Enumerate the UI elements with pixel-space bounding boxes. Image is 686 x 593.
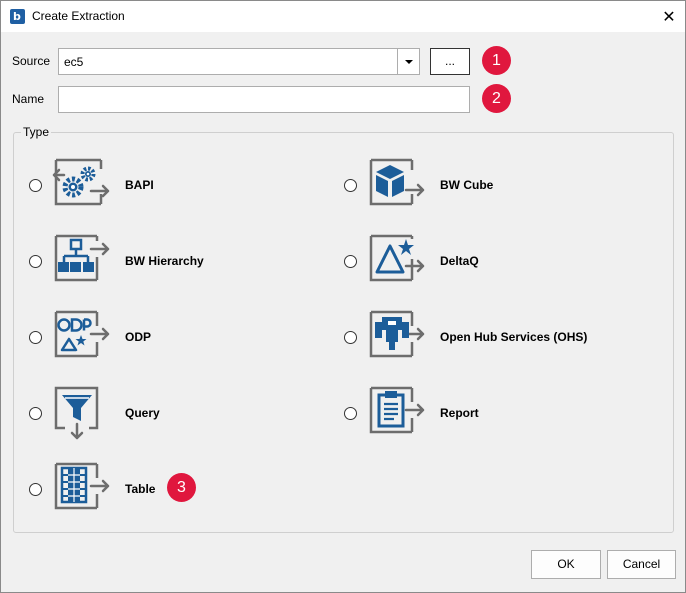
chevron-down-icon: [404, 59, 413, 64]
name-input[interactable]: [58, 86, 470, 113]
ohs-icon: [369, 310, 425, 358]
radio-bw-hierarchy[interactable]: [29, 255, 42, 268]
radio-query[interactable]: [29, 407, 42, 420]
radio-bapi[interactable]: [29, 179, 42, 192]
query-filter-icon: [54, 386, 99, 440]
table-icon: [54, 462, 110, 510]
bw-cube-icon: [369, 158, 425, 206]
radio-odp[interactable]: [29, 331, 42, 344]
type-option-report[interactable]: Report: [344, 384, 544, 444]
odp-icon: [54, 310, 110, 358]
title-bar: b Create Extraction ✕: [1, 1, 685, 32]
type-group-title: Type: [21, 125, 52, 140]
radio-table[interactable]: [29, 483, 42, 496]
source-value: ec5: [64, 55, 84, 69]
type-option-label: BAPI: [125, 178, 154, 192]
deltaq-icon: [369, 234, 425, 282]
type-option-label: Report: [440, 406, 479, 420]
type-option-bapi[interactable]: BAPI: [29, 156, 229, 216]
source-label: Source: [12, 54, 51, 68]
report-clipboard-icon: [369, 386, 425, 434]
bw-hierarchy-icon: [54, 234, 110, 282]
type-option-label: Table: [125, 482, 156, 496]
callout-badge-3: 3: [167, 473, 196, 502]
type-option-ohs[interactable]: Open Hub Services (OHS): [344, 308, 624, 368]
type-option-label: BW Hierarchy: [125, 254, 204, 268]
type-option-bw-cube[interactable]: BW Cube: [344, 156, 594, 216]
close-button[interactable]: ✕: [653, 1, 685, 32]
window-title: Create Extraction: [32, 9, 125, 23]
type-option-table[interactable]: Table: [29, 460, 229, 520]
ok-button[interactable]: OK: [531, 550, 601, 579]
close-icon: ✕: [662, 8, 676, 26]
app-logo-letter: b: [13, 10, 21, 23]
type-option-bw-hierarchy[interactable]: BW Hierarchy: [29, 232, 229, 292]
radio-deltaq[interactable]: [344, 255, 357, 268]
bapi-gears-icon: [52, 158, 110, 206]
browse-source-button[interactable]: ...: [430, 48, 470, 75]
radio-report[interactable]: [344, 407, 357, 420]
type-option-label: ODP: [125, 330, 152, 344]
radio-ohs[interactable]: [344, 331, 357, 344]
type-option-label: DeltaQ: [440, 254, 479, 268]
type-option-deltaq[interactable]: DeltaQ: [344, 232, 544, 292]
name-label: Name: [12, 92, 45, 106]
app-logo-icon: b: [10, 9, 25, 24]
callout-badge-1: 1: [482, 46, 511, 75]
type-option-odp[interactable]: ODP: [29, 308, 229, 368]
callout-badge-2: 2: [482, 84, 511, 113]
type-option-query[interactable]: Query: [29, 384, 229, 444]
type-option-label: Query: [125, 406, 160, 420]
type-option-label: BW Cube: [440, 178, 494, 192]
radio-bw-cube[interactable]: [344, 179, 357, 192]
cancel-button[interactable]: Cancel: [607, 550, 676, 579]
source-select[interactable]: ec5: [58, 48, 420, 75]
source-dropdown-button[interactable]: [397, 49, 419, 74]
type-option-label: Open Hub Services (OHS): [440, 330, 588, 344]
create-extraction-dialog: b Create Extraction ✕ Source ec5 ... 1 N…: [0, 0, 686, 593]
